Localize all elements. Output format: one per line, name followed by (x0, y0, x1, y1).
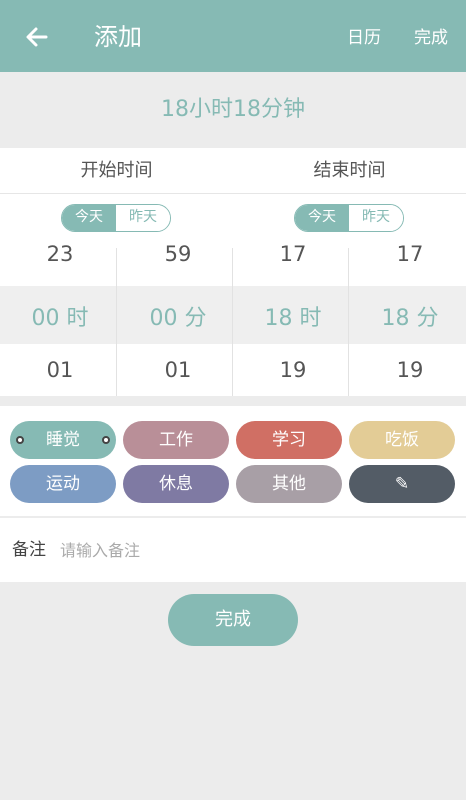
wheel-selected-value: 00 分 (149, 306, 207, 331)
back-arrow-icon[interactable] (22, 22, 52, 52)
wheel-next-value: 01 (164, 358, 192, 382)
note-input[interactable] (60, 536, 440, 564)
app-header: 添加 日历 完成 (0, 0, 466, 72)
start-today-option[interactable]: 今天 (62, 205, 116, 231)
wheel-prev-value: 23 (46, 242, 74, 266)
end-time-label: 结束时间 (313, 160, 386, 181)
wheel-selected-value: 00 时 (31, 306, 89, 331)
header-done-button[interactable]: 完成 (414, 26, 448, 50)
category-grid: 睡觉 工作 学习 吃饭 运动 休息 其他 ✎ (0, 406, 466, 516)
note-label: 备注 (12, 540, 46, 560)
category-sleep[interactable]: 睡觉 (10, 421, 116, 459)
wheel-next-value: 19 (279, 358, 307, 382)
start-yesterday-option[interactable]: 昨天 (116, 205, 170, 231)
pencil-icon: ✎ (394, 474, 410, 494)
end-day-toggle: 今天 昨天 (294, 204, 404, 232)
end-yesterday-option[interactable]: 昨天 (349, 205, 403, 231)
selected-handle-icon (16, 436, 24, 444)
submit-button[interactable]: 完成 (168, 594, 298, 646)
wheel-prev-value: 17 (396, 242, 424, 266)
category-other[interactable]: 其他 (236, 465, 342, 503)
wheel-next-value: 01 (46, 358, 74, 382)
wheel-prev-value: 59 (164, 242, 192, 266)
wheel-next-value: 19 (396, 358, 424, 382)
category-rest[interactable]: 休息 (123, 465, 229, 503)
start-time-label: 开始时间 (80, 160, 153, 181)
duration-display: 18小时18分钟 (161, 97, 305, 122)
start-day-toggle: 今天 昨天 (61, 204, 171, 232)
category-study[interactable]: 学习 (236, 421, 342, 459)
page-title: 添加 (94, 23, 142, 51)
category-work[interactable]: 工作 (123, 421, 229, 459)
wheel-prev-value: 17 (279, 242, 307, 266)
wheel-selected-value: 18 分 (381, 306, 439, 331)
time-picker-card: 开始时间 结束时间 今天 昨天 今天 昨天 23 00 时 01 59 00 分… (0, 148, 466, 396)
calendar-button[interactable]: 日历 (347, 26, 381, 50)
category-label: 睡觉 (46, 430, 80, 450)
note-row: 备注 (0, 518, 466, 582)
category-exercise[interactable]: 运动 (10, 465, 116, 503)
category-eat[interactable]: 吃饭 (349, 421, 455, 459)
header-divider (0, 193, 466, 194)
wheel-selected-value: 18 时 (264, 306, 322, 331)
edit-categories-button[interactable]: ✎ (349, 465, 455, 503)
selected-handle-icon (102, 436, 110, 444)
end-today-option[interactable]: 今天 (295, 205, 349, 231)
